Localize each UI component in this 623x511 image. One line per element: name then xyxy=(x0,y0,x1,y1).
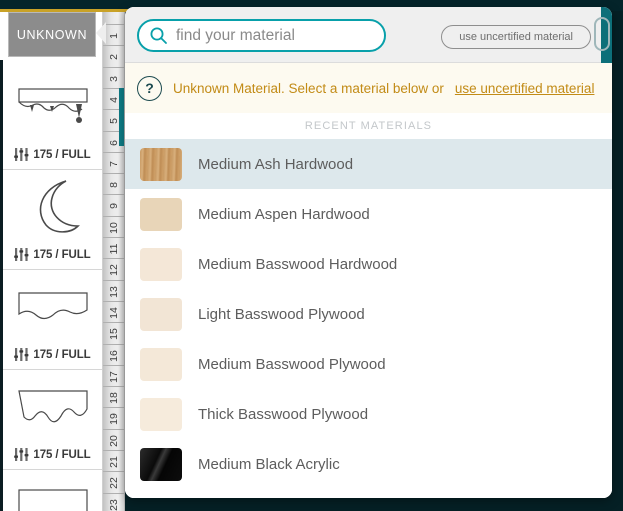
print-step-item[interactable] xyxy=(3,470,102,511)
print-step-settings[interactable]: 175 / FULL xyxy=(3,248,102,261)
material-list-item[interactable]: Light Basswood Plywood xyxy=(125,289,612,339)
ruler-label: 7 xyxy=(108,160,120,167)
ruler-label: 10 xyxy=(108,221,120,234)
artwork-wave-rect-shallow xyxy=(17,292,88,320)
material-name: Medium Aspen Hardwood xyxy=(198,205,370,223)
warning-use-uncertified-link[interactable]: use uncertified material xyxy=(455,81,595,96)
print-step-settings-value: 175 / FULL xyxy=(33,348,91,361)
sliders-icon xyxy=(14,248,29,261)
sliders-icon xyxy=(14,148,29,161)
ruler-label: 13 xyxy=(108,285,120,298)
material-chip-label: UNKNOWN xyxy=(16,27,88,42)
print-step-settings[interactable]: 175 / FULL xyxy=(3,348,102,361)
ruler-label: 8 xyxy=(108,182,120,189)
material-swatch xyxy=(140,397,182,431)
print-step-thumbnail xyxy=(3,476,102,511)
print-step-item[interactable]: 175 / FULL xyxy=(3,370,102,470)
ruler-label: 1 xyxy=(108,33,120,39)
teal-action-button-edge[interactable] xyxy=(594,7,612,63)
material-name: Medium Basswood Plywood xyxy=(198,355,386,373)
sliders-icon xyxy=(14,348,29,361)
print-step-settings-value: 175 / FULL xyxy=(33,448,91,461)
print-step-settings[interactable]: 175 / FULL xyxy=(3,148,102,161)
print-step-thumbnail xyxy=(3,76,102,138)
search-placeholder: find your material xyxy=(176,26,295,44)
print-step-list[interactable]: 175 / FULL 175 / FULL 175 / FULL 175 / FULL xyxy=(3,70,102,511)
material-name: Medium Black Acrylic xyxy=(198,455,340,473)
material-list-item[interactable]: Medium Black Acrylic xyxy=(125,439,612,489)
artwork-plain-rect xyxy=(17,489,88,511)
use-uncertified-material-label: use uncertified material xyxy=(459,31,573,43)
material-swatch xyxy=(140,297,182,331)
material-list-item[interactable]: Medium Aspen Hardwood xyxy=(125,189,612,239)
material-swatch xyxy=(140,197,182,231)
teal-button-outline xyxy=(594,17,610,51)
material-swatch xyxy=(140,347,182,381)
material-swatch xyxy=(140,247,182,281)
print-step-settings-value: 175 / FULL xyxy=(33,148,91,161)
print-step-thumbnail xyxy=(3,376,102,438)
artwork-wave-rect-deep xyxy=(17,390,88,423)
ruler-label: 22 xyxy=(108,477,120,490)
question-mark-icon: ? xyxy=(137,75,162,101)
vertical-ruler: 1 2 3 4 5 6 7 8 9 10 11 12 13 14 15 16 17 18 19 20 21 22 23 xyxy=(103,12,125,511)
artwork-fringe-banner xyxy=(17,88,88,123)
search-input-wrapper[interactable]: find your material xyxy=(137,19,386,52)
ruler-label: 21 xyxy=(108,456,120,468)
material-list-item[interactable]: Medium Basswood Plywood xyxy=(125,339,612,389)
material-chip-unknown[interactable]: UNKNOWN xyxy=(8,12,96,57)
ruler-label: 19 xyxy=(108,413,120,426)
ruler-label: 16 xyxy=(108,349,120,362)
print-step-item[interactable]: 175 / FULL xyxy=(3,70,102,170)
unknown-material-warning: ? Unknown Material. Select a material be… xyxy=(125,63,612,113)
print-step-settings[interactable]: 175 / FULL xyxy=(3,448,102,461)
print-step-thumbnail xyxy=(3,176,102,238)
material-picker-header: find your material use uncertified mater… xyxy=(125,7,612,63)
material-list-item[interactable]: Thick Basswood Plywood xyxy=(125,389,612,439)
sliders-icon xyxy=(14,448,29,461)
ruler-label: 18 xyxy=(108,392,120,404)
material-swatch xyxy=(140,147,182,181)
ruler-label: 15 xyxy=(108,328,120,341)
material-chip-notch xyxy=(96,22,106,44)
material-list[interactable]: Medium Ash Hardwood Medium Aspen Hardwood… xyxy=(125,139,612,498)
design-steps-panel: 175 / FULL 175 / FULL 175 / FULL 175 / FULL xyxy=(0,12,103,511)
material-name: Medium Basswood Hardwood xyxy=(198,255,398,273)
material-name: Light Basswood Plywood xyxy=(198,305,365,323)
ruler-label: 20 xyxy=(108,434,120,447)
material-name: Thick Basswood Plywood xyxy=(198,405,369,423)
artwork-crescent-moon xyxy=(39,180,80,233)
ruler-label: 14 xyxy=(108,307,120,319)
recent-materials-header: RECENT MATERIALS xyxy=(125,113,612,139)
warning-text: Unknown Material. Select a material belo… xyxy=(173,80,444,96)
print-step-item[interactable]: 175 / FULL xyxy=(3,270,102,370)
print-step-thumbnail xyxy=(3,276,102,338)
ruler-label: 3 xyxy=(108,75,120,82)
material-picker-panel: find your material use uncertified mater… xyxy=(125,7,612,498)
ruler-label: 9 xyxy=(108,203,120,210)
material-name: Medium Ash Hardwood xyxy=(198,155,354,173)
panel-left-edge xyxy=(0,60,3,511)
material-swatch xyxy=(140,447,182,481)
glowforge-app: 175 / FULL 175 / FULL 175 / FULL 175 / FULL… xyxy=(0,0,623,511)
search-icon xyxy=(150,27,167,44)
ruler-label: 12 xyxy=(108,264,120,277)
ruler-label: 11 xyxy=(108,243,120,255)
material-list-item[interactable]: Medium Ash Hardwood xyxy=(125,139,612,189)
ruler-label: 2 xyxy=(108,54,120,61)
use-uncertified-material-button[interactable]: use uncertified material xyxy=(441,25,591,49)
material-list-item[interactable]: Medium Basswood Hardwood xyxy=(125,239,612,289)
ruler-label: 23 xyxy=(108,498,120,511)
ruler-label: 17 xyxy=(108,370,120,383)
print-step-settings-value: 175 / FULL xyxy=(33,248,91,261)
material-list-item[interactable]: Medium Black Acrylic xyxy=(125,489,612,498)
ruler-selection-indicator xyxy=(119,87,124,146)
material-swatch xyxy=(140,497,182,498)
print-step-item[interactable]: 175 / FULL xyxy=(3,170,102,270)
